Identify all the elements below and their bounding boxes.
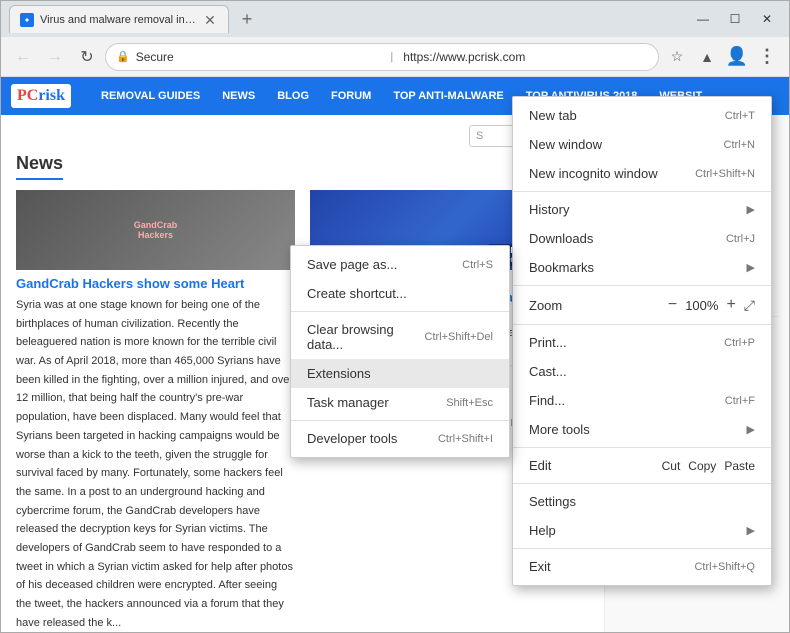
nav-news[interactable]: NEWS xyxy=(212,82,265,110)
nav-forum[interactable]: FORUM xyxy=(321,82,381,110)
menu-divider-3 xyxy=(513,324,771,325)
close-button[interactable]: ✕ xyxy=(753,5,781,33)
maximize-button[interactable]: ☐ xyxy=(721,5,749,33)
submenu-divider xyxy=(291,311,509,312)
protocol-label: Secure xyxy=(136,50,381,64)
new-tab-button[interactable]: + xyxy=(233,5,261,33)
site-logo[interactable]: PCrisk xyxy=(11,84,71,108)
back-button[interactable]: ← xyxy=(9,43,37,71)
tab-bar: Virus and malware removal instr... ✕ + xyxy=(9,5,675,33)
menu-exit[interactable]: Exit Ctrl+Shift+Q xyxy=(513,552,771,581)
active-tab[interactable]: Virus and malware removal instr... ✕ xyxy=(9,5,229,33)
zoom-in-button[interactable]: + xyxy=(726,296,735,314)
menu-more-tools[interactable]: More tools ▶ xyxy=(513,415,771,444)
tab-close-button[interactable]: ✕ xyxy=(202,12,218,28)
menu-edit: Edit Cut Copy Paste xyxy=(513,451,771,480)
lock-icon: 🔒 xyxy=(116,50,130,63)
menu-settings[interactable]: Settings xyxy=(513,487,771,516)
submenu-extensions[interactable]: Extensions xyxy=(291,359,509,388)
menu-help[interactable]: Help ▶ xyxy=(513,516,771,545)
profile-button[interactable]: 👤 xyxy=(723,43,751,71)
menu-divider-2 xyxy=(513,285,771,286)
menu-history[interactable]: History ▶ xyxy=(513,195,771,224)
more-tools-submenu: Save page as... Ctrl+S Create shortcut..… xyxy=(290,245,510,458)
address-bar[interactable]: 🔒 Secure | https://www.pcrisk.com xyxy=(105,43,659,71)
logo-pc-icon: PCrisk xyxy=(17,87,65,105)
bookmark-button[interactable]: ☆ xyxy=(663,43,691,71)
url-text: https://www.pcrisk.com xyxy=(403,50,648,64)
logo-box: PCrisk xyxy=(11,84,71,108)
menu-divider-1 xyxy=(513,191,771,192)
refresh-button[interactable]: ↻ xyxy=(73,43,101,71)
menu-new-tab[interactable]: New tab Ctrl+T xyxy=(513,101,771,130)
news-card-1: GandCrabHackers GandCrab Hackers show so… xyxy=(16,190,295,632)
notifications-button[interactable]: ▲ xyxy=(693,43,721,71)
browser-toolbar: ← → ↻ 🔒 Secure | https://www.pcrisk.com … xyxy=(1,37,789,77)
menu-cast[interactable]: Cast... xyxy=(513,357,771,386)
forward-button[interactable]: → xyxy=(41,43,69,71)
zoom-value: 100% xyxy=(685,298,718,313)
menu-bookmarks[interactable]: Bookmarks ▶ xyxy=(513,253,771,282)
cut-button[interactable]: Cut xyxy=(662,459,681,473)
nav-removal-guides[interactable]: REMOVAL GUIDES xyxy=(91,82,210,110)
nav-blog[interactable]: BLOG xyxy=(267,82,319,110)
context-menu: New tab Ctrl+T New window Ctrl+N New inc… xyxy=(512,96,772,586)
article-body-1: Syria was at one stage known for being o… xyxy=(16,296,295,632)
menu-incognito[interactable]: New incognito window Ctrl+Shift+N xyxy=(513,159,771,188)
menu-find[interactable]: Find... Ctrl+F xyxy=(513,386,771,415)
copy-button[interactable]: Copy xyxy=(688,459,716,473)
submenu-divider-2 xyxy=(291,420,509,421)
menu-print[interactable]: Print... Ctrl+P xyxy=(513,328,771,357)
title-bar: Virus and malware removal instr... ✕ + —… xyxy=(1,1,789,37)
menu-divider-5 xyxy=(513,483,771,484)
tab-title: Virus and malware removal instr... xyxy=(40,14,196,26)
submenu-clear-browsing[interactable]: Clear browsing data... Ctrl+Shift+Del xyxy=(291,315,509,359)
toolbar-icons: ☆ ▲ 👤 ⋮ xyxy=(663,43,781,71)
gandc-image: GandCrabHackers xyxy=(16,190,295,270)
news-title-1[interactable]: GandCrab Hackers show some Heart xyxy=(16,276,295,291)
zoom-out-button[interactable]: − xyxy=(668,296,677,314)
zoom-fullscreen-button[interactable]: ⤢ xyxy=(744,297,755,314)
submenu-developer-tools[interactable]: Developer tools Ctrl+Shift+I xyxy=(291,424,509,453)
news-section-title: News xyxy=(16,153,63,180)
menu-downloads[interactable]: Downloads Ctrl+J xyxy=(513,224,771,253)
search-bar-area: S xyxy=(16,125,589,147)
window-controls: — ☐ ✕ xyxy=(689,5,781,33)
menu-divider-4 xyxy=(513,447,771,448)
nav-top-antimalware[interactable]: TOP ANTI-MALWARE xyxy=(383,82,513,110)
menu-divider-6 xyxy=(513,548,771,549)
menu-button[interactable]: ⋮ xyxy=(753,43,781,71)
submenu-create-shortcut[interactable]: Create shortcut... xyxy=(291,279,509,308)
submenu-save-page[interactable]: Save page as... Ctrl+S xyxy=(291,250,509,279)
minimize-button[interactable]: — xyxy=(689,5,717,33)
paste-button[interactable]: Paste xyxy=(724,459,755,473)
menu-zoom: Zoom − 100% + ⤢ xyxy=(513,289,771,321)
tab-favicon xyxy=(20,13,34,27)
submenu-task-manager[interactable]: Task manager Shift+Esc xyxy=(291,388,509,417)
menu-new-window[interactable]: New window Ctrl+N xyxy=(513,130,771,159)
